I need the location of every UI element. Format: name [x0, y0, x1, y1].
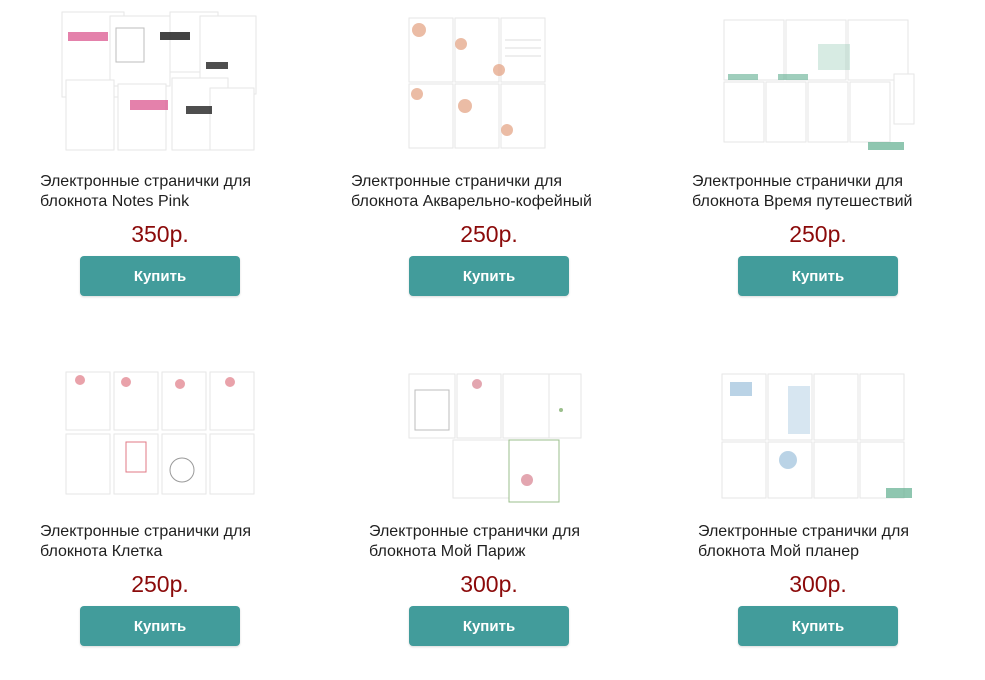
notebook-pages-image [408, 17, 546, 149]
title-line: Электронные странички для [40, 173, 251, 190]
title-line: блокнота Notes Pink [40, 193, 190, 210]
buy-button[interactable]: Купить [738, 606, 898, 646]
product-price: 350р. [131, 221, 189, 247]
buy-button[interactable]: Купить [409, 256, 569, 296]
title-line: блокнота Мой планер [698, 543, 860, 560]
product-card: Электронные странички для блокнота Время… [658, 0, 978, 330]
product-card: Электронные странички для блокнота Клетк… [0, 350, 320, 680]
product-title[interactable]: Электронные странички для блокнота Аквар… [351, 172, 592, 212]
product-thumbnail[interactable] [60, 10, 260, 155]
product-card: Электронные странички для блокнота Notes… [0, 0, 320, 330]
product-thumbnail[interactable] [60, 360, 260, 505]
title-line: Электронные странички для [40, 523, 251, 540]
title-line: Электронные странички для [698, 523, 909, 540]
buy-button[interactable]: Купить [80, 606, 240, 646]
title-line: блокнота Клетка [40, 543, 163, 560]
product-title[interactable]: Электронные странички для блокнота Мой П… [369, 522, 580, 562]
product-title[interactable]: Электронные странички для блокнота Клетк… [40, 522, 251, 562]
title-line: блокнота Акварельно-кофейный [351, 193, 592, 210]
notebook-pages-image [721, 373, 912, 499]
product-price: 250р. [131, 571, 189, 597]
product-card: Электронные странички для блокнота Мой П… [329, 350, 649, 680]
title-line: Электронные странички для [369, 523, 580, 540]
product-price: 300р. [460, 571, 518, 597]
product-thumbnail[interactable] [389, 360, 589, 505]
notebook-pages-image [65, 371, 255, 495]
product-price: 250р. [789, 221, 847, 247]
notebook-pages-image [723, 19, 915, 150]
buy-button[interactable]: Купить [738, 256, 898, 296]
title-line: Электронные странички для [692, 173, 903, 190]
product-thumbnail[interactable] [389, 10, 589, 155]
product-title[interactable]: Электронные странички для блокнота Notes… [40, 172, 251, 212]
product-card: Электронные странички для блокнота Мой п… [658, 350, 978, 680]
title-line: блокнота Время путешествий [692, 193, 913, 210]
buy-button[interactable]: Купить [80, 256, 240, 296]
product-title[interactable]: Электронные странички для блокнота Время… [692, 172, 912, 212]
product-price: 300р. [789, 571, 847, 597]
title-line: блокнота Мой Париж [369, 543, 526, 560]
product-price: 250р. [460, 221, 518, 247]
product-thumbnail[interactable] [718, 10, 918, 155]
notebook-pages-image [408, 373, 582, 503]
product-title[interactable]: Электронные странички для блокнота Мой п… [698, 522, 909, 562]
notebook-pages-image [61, 11, 257, 151]
product-thumbnail[interactable] [718, 360, 918, 505]
buy-button[interactable]: Купить [409, 606, 569, 646]
title-line: Электронные странички для [351, 173, 562, 190]
product-card: Электронные странички для блокнота Аквар… [329, 0, 649, 330]
